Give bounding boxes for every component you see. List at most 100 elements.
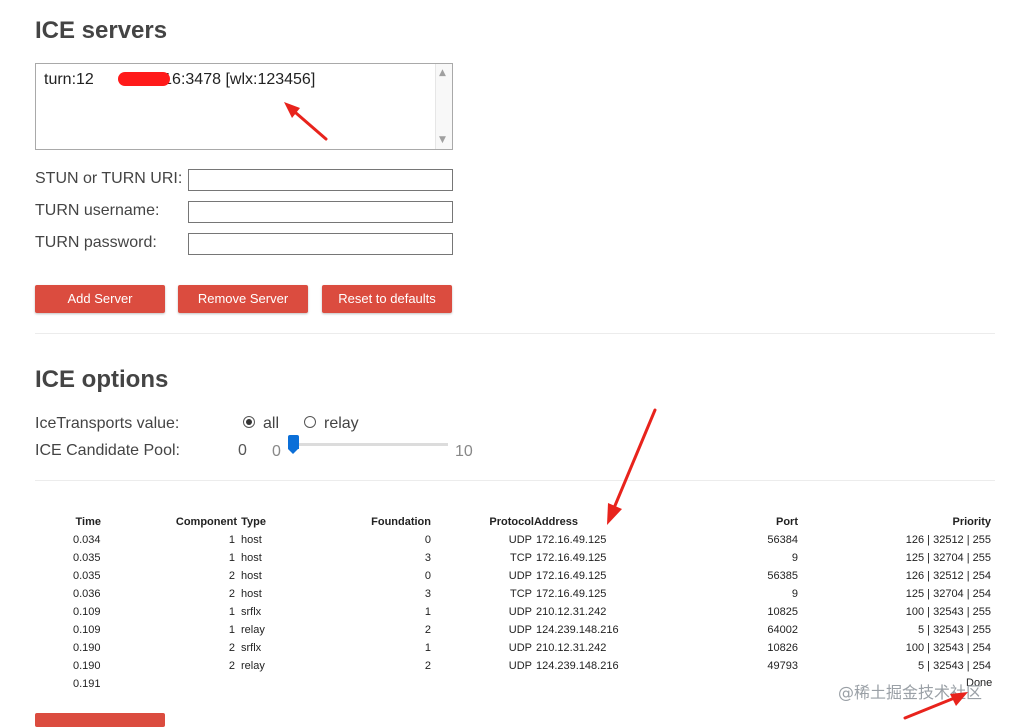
table-cell-protocol: UDP bbox=[508, 624, 532, 636]
radio-relay[interactable] bbox=[304, 416, 316, 428]
server-uri-prefix: turn:12 bbox=[44, 71, 94, 88]
table-cell-type: relay bbox=[241, 624, 265, 636]
turn-username-input[interactable] bbox=[188, 201, 453, 223]
table-cell-protocol: TCP bbox=[510, 588, 532, 600]
table-cell-type: srflx bbox=[241, 606, 262, 618]
column-header-address: Address bbox=[533, 516, 578, 528]
turn-password-input[interactable] bbox=[188, 233, 453, 255]
table-cell-protocol: UDP bbox=[508, 534, 532, 546]
table-cell-type: srflx bbox=[241, 642, 262, 654]
remove-server-button[interactable]: Remove Server bbox=[178, 285, 308, 313]
table-cell-foundation: 0 bbox=[424, 534, 431, 546]
stun-turn-uri-input[interactable] bbox=[188, 169, 453, 191]
annotation-arrow-address bbox=[607, 408, 657, 525]
table-cell-time: 0.035 bbox=[73, 552, 101, 564]
table-cell-protocol: UDP bbox=[508, 606, 532, 618]
table-cell-port: 10825 bbox=[767, 606, 798, 618]
table-cell-priority: 100 | 32543 | 254 bbox=[905, 642, 991, 654]
table-cell-foundation: 1 bbox=[424, 642, 431, 654]
table-cell-address: 172.16.49.125 bbox=[536, 570, 607, 582]
table-cell-port: 10826 bbox=[767, 642, 798, 654]
column-header-port: Port bbox=[776, 516, 798, 528]
table-cell-priority: 125 | 32704 | 254 bbox=[905, 588, 991, 600]
table-cell-port: 56385 bbox=[767, 570, 798, 582]
column-header-type: Type bbox=[241, 516, 266, 528]
table-cell-foundation: 0 bbox=[424, 570, 431, 582]
server-list-scrollbar[interactable]: ▲ ▼ bbox=[435, 64, 452, 149]
server-list-item[interactable]: turn:12 .216:3478 [wlx:123456] bbox=[44, 71, 315, 89]
table-cell-component: 2 bbox=[228, 642, 235, 654]
ice-server-list[interactable]: turn:12 .216:3478 [wlx:123456] ▲ ▼ bbox=[35, 63, 453, 150]
slider-max-label: 10 bbox=[455, 443, 473, 460]
column-header-protocol: Protocol bbox=[489, 516, 534, 528]
table-cell-component: 1 bbox=[228, 624, 235, 636]
stun-turn-uri-label: STUN or TURN URI: bbox=[35, 170, 183, 187]
table-cell-component: 1 bbox=[228, 534, 235, 546]
table-cell-priority: 126 | 32512 | 254 bbox=[905, 570, 991, 582]
table-cell-port: 56384 bbox=[767, 534, 798, 546]
table-cell-foundation: 1 bbox=[424, 606, 431, 618]
table-cell-component: 2 bbox=[228, 588, 235, 600]
table-cell-address: 210.12.31.242 bbox=[536, 606, 607, 618]
radio-all-label: all bbox=[263, 415, 280, 432]
candidate-pool-slider-track[interactable] bbox=[290, 443, 448, 446]
table-cell-component: 2 bbox=[228, 570, 235, 582]
table-cell-port: 49793 bbox=[767, 660, 798, 672]
table-cell-priority: 125 | 32704 | 255 bbox=[905, 552, 991, 564]
redaction-mark bbox=[118, 72, 170, 86]
table-cell-priority: 5 | 32543 | 255 bbox=[918, 624, 991, 636]
table-cell-time: 0.036 bbox=[73, 588, 101, 600]
slider-min-label: 0 bbox=[272, 443, 281, 460]
column-header-component: Component bbox=[175, 516, 237, 528]
table-cell-priority: 126 | 32512 | 255 bbox=[905, 534, 991, 546]
table-cell-component: 1 bbox=[228, 552, 235, 564]
radio-all[interactable] bbox=[243, 416, 255, 428]
table-cell-time: 0.035 bbox=[73, 570, 101, 582]
table-cell-address: 210.12.31.242 bbox=[536, 642, 607, 654]
table-cell-time: 0.109 bbox=[73, 624, 101, 636]
table-cell-time: 0.109 bbox=[73, 606, 101, 618]
table-cell-foundation: 3 bbox=[424, 552, 431, 564]
candidate-pool-value: 0 bbox=[238, 442, 247, 459]
table-cell-port: 64002 bbox=[767, 624, 798, 636]
table-cell-port: 9 bbox=[791, 552, 798, 564]
table-cell-foundation: 2 bbox=[424, 660, 431, 672]
gather-candidates-button[interactable] bbox=[35, 713, 165, 727]
table-cell-priority: 100 | 32543 | 255 bbox=[905, 606, 991, 618]
table-cell-type: host bbox=[241, 570, 262, 582]
add-server-button[interactable]: Add Server bbox=[35, 285, 165, 313]
table-cell-protocol: UDP bbox=[508, 642, 532, 654]
radio-relay-label: relay bbox=[324, 415, 359, 432]
options-divider bbox=[35, 480, 995, 481]
table-cell-priority: 5 | 32543 | 254 bbox=[918, 660, 991, 672]
scroll-down-icon[interactable]: ▼ bbox=[439, 135, 446, 145]
table-cell-type: host bbox=[241, 588, 262, 600]
watermark: @稀土掘金技术社区 bbox=[838, 683, 983, 702]
ice-options-title: ICE options bbox=[35, 366, 169, 393]
table-cell-address: 172.16.49.125 bbox=[536, 588, 607, 600]
table-cell-time: 0.034 bbox=[73, 534, 101, 546]
ice-servers-title: ICE servers bbox=[35, 17, 168, 44]
table-cell-component: 2 bbox=[228, 660, 235, 672]
table-cell-protocol: TCP bbox=[510, 552, 532, 564]
scroll-up-icon[interactable]: ▲ bbox=[439, 68, 446, 78]
table-cell-time: 0.190 bbox=[73, 642, 101, 654]
table-cell-time: 0.190 bbox=[73, 660, 101, 672]
table-cell-component: 1 bbox=[228, 606, 235, 618]
table-cell-foundation: 3 bbox=[424, 588, 431, 600]
table-cell-protocol: UDP bbox=[508, 660, 532, 672]
table-cell-address: 172.16.49.125 bbox=[536, 552, 607, 564]
table-cell-address: 124.239.148.216 bbox=[536, 660, 619, 672]
ice-candidate-pool-label: ICE Candidate Pool: bbox=[35, 442, 180, 459]
ice-transports-label: IceTransports value: bbox=[35, 415, 180, 432]
section-divider bbox=[35, 333, 995, 334]
table-cell-protocol: UDP bbox=[508, 570, 532, 582]
column-header-priority: Priority bbox=[952, 516, 991, 528]
candidate-pool-slider-thumb[interactable] bbox=[288, 435, 299, 454]
column-header-time: Time bbox=[75, 516, 101, 528]
table-cell-address: 172.16.49.125 bbox=[536, 534, 607, 546]
reset-defaults-button[interactable]: Reset to defaults bbox=[322, 285, 452, 313]
column-header-foundation: Foundation bbox=[371, 516, 431, 528]
table-cell-type: host bbox=[241, 534, 262, 546]
turn-password-label: TURN password: bbox=[35, 234, 157, 251]
